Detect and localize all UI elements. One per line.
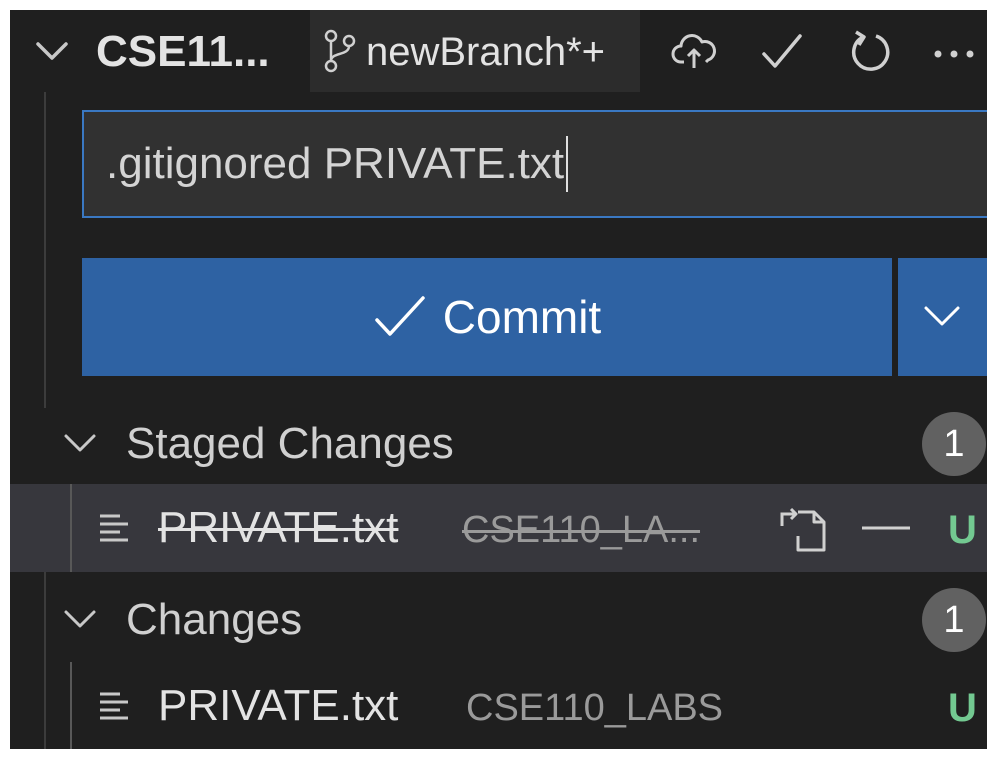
changed-file-name: PRIVATE.txt	[158, 681, 399, 730]
ellipsis-icon[interactable]	[930, 28, 978, 76]
file-status-untracked: U	[948, 686, 977, 730]
tree-indent-guide	[70, 662, 72, 749]
chevron-down-icon	[924, 306, 960, 326]
staged-file-row[interactable]: PRIVATE.txt CSE110_LA... U	[10, 484, 987, 572]
refresh-icon[interactable]	[846, 28, 894, 76]
open-file-icon[interactable]	[776, 502, 832, 554]
chevron-down-icon	[64, 434, 96, 452]
tree-indent-guide	[70, 484, 72, 572]
staged-file-dir: CSE110_LA...	[462, 509, 701, 551]
git-branch-icon	[324, 29, 356, 73]
changes-header[interactable]: Changes 1	[10, 584, 987, 656]
branch-name: newBranch*+	[366, 30, 606, 74]
changes-count-badge: 1	[922, 588, 986, 652]
staged-changes-header[interactable]: Staged Changes 1	[10, 408, 987, 480]
commit-message-input[interactable]: .gitignored PRIVATE.txt	[82, 110, 987, 218]
staged-changes-title: Staged Changes	[126, 419, 454, 468]
file-lines-icon	[100, 514, 128, 542]
file-lines-icon	[100, 692, 128, 720]
commit-options-dropdown[interactable]	[898, 258, 987, 376]
changed-file-dir: CSE110_LABS	[466, 687, 724, 729]
cloud-upload-icon[interactable]	[670, 28, 718, 76]
source-control-panel: CSE11... newBranch*+ .gitignored PRIVATE…	[10, 10, 987, 749]
chevron-down-icon[interactable]	[32, 36, 72, 68]
unstage-minus-icon[interactable]	[858, 502, 914, 554]
repo-title[interactable]: CSE11...	[96, 22, 270, 82]
commit-button[interactable]: Commit	[82, 258, 892, 376]
chevron-down-icon	[64, 610, 96, 628]
staged-file-name: PRIVATE.txt	[158, 503, 399, 552]
changes-title: Changes	[126, 595, 303, 644]
check-icon	[375, 296, 425, 336]
text-caret	[566, 136, 569, 192]
commit-button-label: Commit	[442, 291, 602, 343]
branch-picker[interactable]: newBranch*+	[310, 10, 640, 92]
tree-indent-guide	[44, 92, 46, 408]
scm-repo-header: CSE11... newBranch*+	[10, 10, 987, 92]
commit-message-text: .gitignored PRIVATE.txt	[106, 139, 565, 188]
file-status-untracked: U	[948, 508, 977, 552]
check-icon[interactable]	[758, 28, 806, 76]
changed-file-row[interactable]: PRIVATE.txt CSE110_LABS U	[10, 662, 987, 749]
staged-count-badge: 1	[922, 412, 986, 476]
